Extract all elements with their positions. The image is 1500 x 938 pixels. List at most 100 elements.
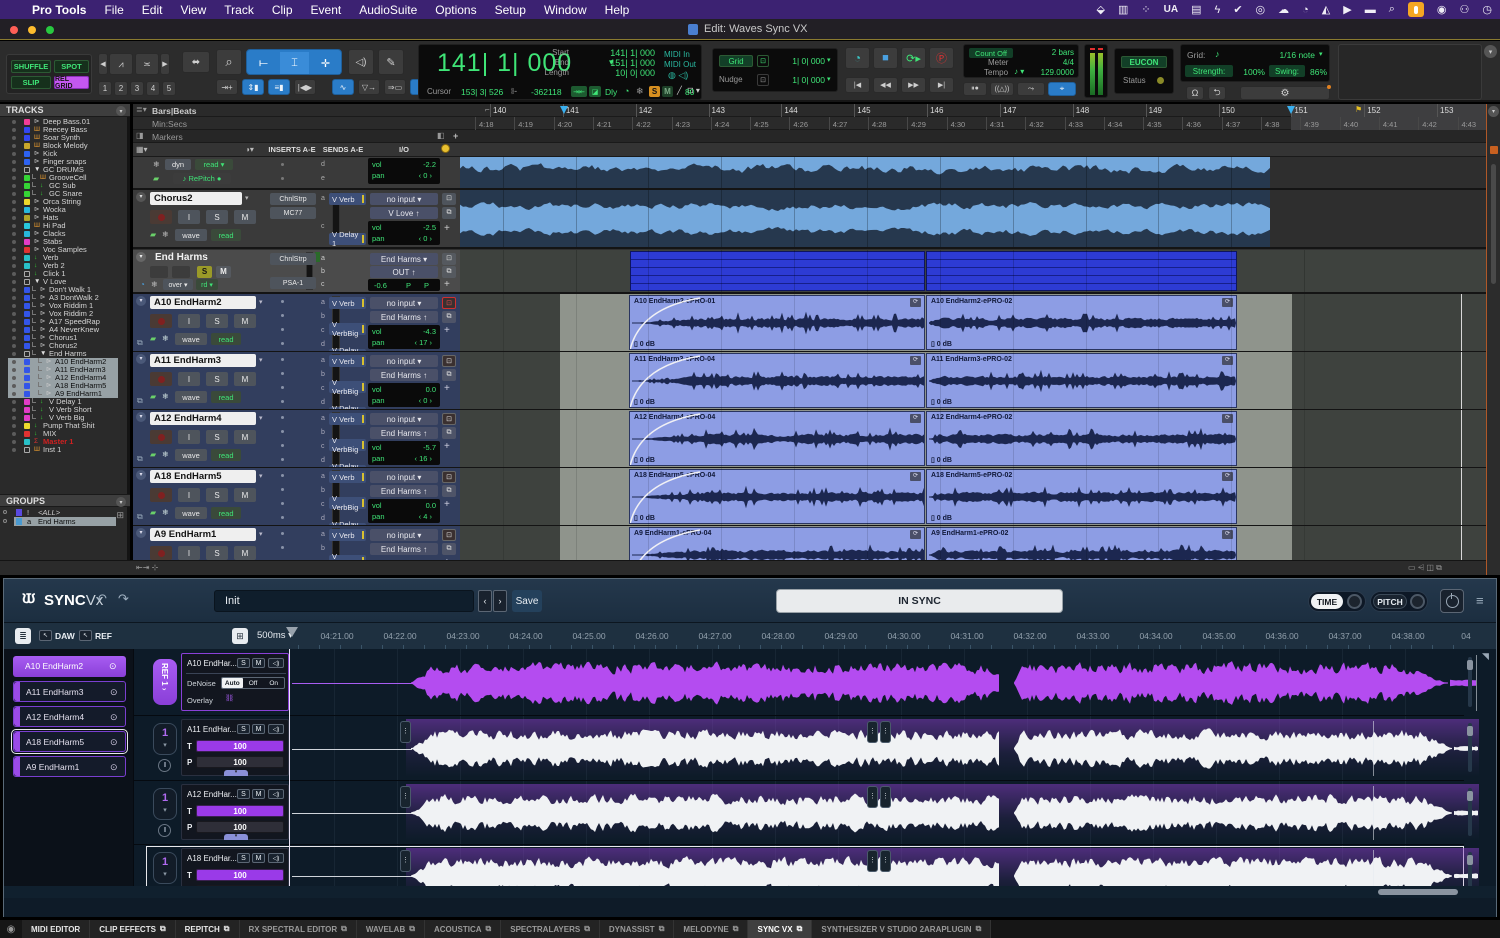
vol-value[interactable]: -2.5 (408, 223, 436, 232)
visibility-eye-icon[interactable]: ⊙ (110, 732, 118, 753)
preset-prev-button[interactable]: ‹ (478, 590, 492, 612)
plugin-menu-icon[interactable]: ≡ (1476, 593, 1484, 608)
menu-edit[interactable]: Edit (142, 3, 163, 17)
battery-icon[interactable]: ▬ (1365, 4, 1376, 16)
wave-view-button[interactable]: wave (175, 333, 207, 345)
cloud-icon[interactable]: ☁ (1278, 3, 1289, 16)
playlist-button[interactable]: ⧉ (442, 369, 456, 381)
menu-window[interactable]: Window (544, 3, 587, 17)
plugin-track-chip[interactable]: A11 EndHarm3⊙ (13, 681, 126, 702)
pan-value[interactable]: ‹ 4 › (400, 512, 432, 521)
dots-icon[interactable]: ⁘ (1141, 3, 1150, 16)
clip-drag-handle[interactable]: ⋮ (400, 786, 411, 808)
name-dropdown-icon[interactable]: ▾ (245, 194, 249, 202)
layered-edit-icon[interactable]: ⇒▭ (384, 79, 406, 95)
track-list-toggle-icon[interactable]: ▦▾ (136, 145, 148, 154)
grid-dropdown[interactable]: ▾ (827, 56, 831, 64)
globe-icon[interactable]: ◔ (1302, 4, 1309, 16)
prism-icon[interactable]: ⬙ (1097, 3, 1105, 16)
resize-corner-icon[interactable]: ◥ (1482, 651, 1489, 662)
lane-number-chevron[interactable]: ▾ (154, 870, 176, 878)
track-list-item[interactable]: ⊳Clacks (0, 230, 130, 238)
collapse-icon[interactable]: ▾ (136, 528, 146, 538)
track-enable-dot[interactable] (12, 240, 16, 244)
audio-clip[interactable]: A12 EndHarm4-ePRO-04⟳▯ 0 dB (629, 411, 925, 466)
elastic-icon[interactable]: ▰ (150, 508, 156, 517)
blank-button[interactable] (172, 266, 190, 278)
dyn-view-button[interactable]: dyn (165, 159, 191, 170)
m-button[interactable]: M (234, 488, 256, 502)
sync-status-banner[interactable]: IN SYNC (776, 589, 1063, 613)
siri-icon[interactable]: ◉ (1437, 3, 1447, 16)
track-enable-dot[interactable] (12, 256, 16, 260)
playlist-button[interactable]: ⧉ (442, 311, 456, 323)
lane-m-button[interactable]: M (252, 724, 265, 734)
zoom-out-arrow[interactable]: ◀ (98, 53, 108, 75)
s-button[interactable]: S (206, 488, 228, 502)
clip-gain-label[interactable]: ▯ 0 dB (931, 398, 952, 406)
pan-value[interactable]: ‹ 0 › (400, 396, 432, 405)
track-enable-dot[interactable] (12, 264, 16, 268)
lane-number-selector[interactable]: 1▾ (153, 852, 177, 884)
fast-forward-button[interactable]: ▶▶ (901, 77, 926, 93)
track-enable-dot[interactable] (12, 288, 16, 292)
track-enable-dot[interactable] (12, 376, 16, 380)
pan-value[interactable]: ‹ 16 › (400, 454, 432, 463)
clock-icon[interactable]: ◔ (140, 280, 145, 289)
markers-ruler-icon[interactable]: ◨ (136, 131, 144, 140)
lane-name-label[interactable]: A10 EndHar... (187, 659, 237, 668)
track-enable-dot[interactable] (12, 392, 16, 396)
record-safe-button[interactable]: ⊡ (442, 471, 456, 483)
close-window-button[interactable] (10, 26, 18, 34)
overlay-waveform-icon[interactable]: ⧚⧛ (226, 693, 233, 704)
overlay-mode-button[interactable]: over ▾ (163, 279, 193, 290)
repitch-plugin-button[interactable]: ♪ RePitch ● (173, 173, 231, 184)
lane-speaker-button[interactable]: ◁) (268, 789, 284, 799)
track-name-box[interactable]: A11 EndHarm3 (150, 354, 256, 367)
link-track-button[interactable]: ≡▮ (268, 79, 290, 95)
lane-zoom-slider[interactable] (1468, 723, 1472, 772)
track-list-item[interactable]: ШBlock Melody (0, 142, 130, 150)
ara-tab-melodyne[interactable]: MELODYNE⧉ (674, 920, 748, 938)
lane-m-button[interactable]: M (252, 853, 265, 863)
menu-setup[interactable]: Setup (495, 3, 526, 17)
inserts-column-header[interactable]: INSERTS A-E (267, 145, 317, 154)
send-button[interactable]: V Verb (329, 413, 366, 425)
lane-power-button[interactable] (158, 824, 171, 837)
track-enable-dot[interactable] (12, 352, 16, 356)
fade-in-curve[interactable] (630, 528, 702, 560)
zoom-toggle-icon[interactable]: ⬌ (182, 51, 210, 73)
track-list-item[interactable]: ↓Pump That Shit (0, 422, 130, 430)
clip-loop-icon[interactable]: ⟳ (910, 414, 921, 423)
pre-roll-value[interactable]: 80 (685, 87, 694, 97)
pan-value[interactable]: ‹ 17 › (400, 338, 432, 347)
visibility-eye-icon[interactable]: ⊙ (110, 757, 118, 778)
swing-value[interactable]: 86% (1303, 67, 1327, 77)
track-name-box[interactable]: A18 EndHarm5 (150, 470, 256, 483)
lane-s-button[interactable]: S (237, 658, 250, 668)
elastic-icon[interactable]: ▰ (150, 334, 156, 343)
menu-track[interactable]: Track (224, 3, 254, 17)
playlist-corner-icon[interactable]: ⧉ (137, 338, 143, 348)
markers-add-icon[interactable]: + (453, 131, 458, 141)
start-value[interactable]: 141| 1| 000 (579, 48, 655, 58)
settings-gear-button[interactable]: ⚙ (1240, 86, 1330, 100)
tracks-header[interactable]: TRACKS ▾ (0, 104, 130, 117)
gain-value[interactable]: -0.6 (374, 281, 387, 290)
clock-icon[interactable]: ◷ (1482, 3, 1492, 16)
length-value[interactable]: 10| 0| 000 (579, 68, 655, 78)
output-button[interactable]: End Harms ↑ (370, 427, 438, 439)
countoff-button[interactable]: Count Off (969, 48, 1013, 58)
freeze-icon[interactable]: ❄ (162, 392, 169, 401)
lane-speaker-button[interactable]: ◁) (268, 724, 284, 734)
tempo-label[interactable]: Tempo (984, 68, 1008, 77)
playlist-button[interactable]: ⧉ (442, 427, 456, 439)
groups-menu-icon[interactable]: ▾ (116, 497, 126, 507)
m-button[interactable]: M (234, 430, 256, 444)
playlist-button[interactable]: ⧉ (442, 266, 456, 278)
freeze-icon[interactable]: ❄ (162, 334, 169, 343)
shuffle-mode-button[interactable]: SHUFFLE (11, 60, 51, 73)
collapse-icon[interactable]: ▾ (136, 252, 146, 262)
track-enable-dot[interactable] (12, 400, 16, 404)
lane-zoom-slider[interactable] (1468, 852, 1472, 886)
